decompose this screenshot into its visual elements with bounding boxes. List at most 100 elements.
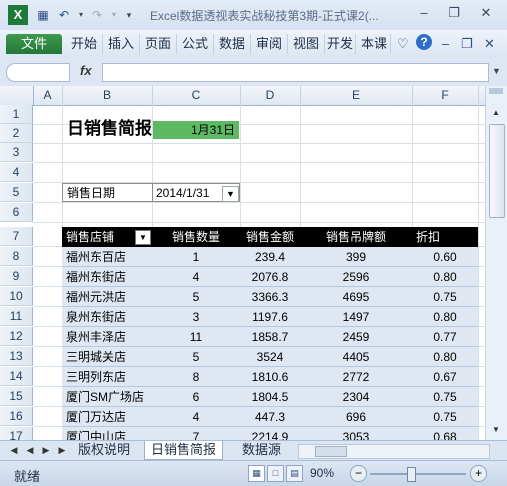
cell-store[interactable]: 三明城关店: [62, 347, 152, 367]
horizontal-scroll-thumb[interactable]: [315, 446, 347, 457]
row-header[interactable]: 10: [0, 287, 33, 306]
cell-discount[interactable]: 0.75: [412, 407, 478, 427]
row-header[interactable]: 6: [0, 203, 33, 222]
sheet-tab-daily-report[interactable]: 日销售简报: [144, 441, 224, 460]
cell-amount[interactable]: 2214.9: [240, 427, 300, 440]
tab-file[interactable]: 文件: [6, 34, 62, 54]
cell-discount[interactable]: 0.68: [412, 427, 478, 440]
filter-funnel-icon[interactable]: ▼: [222, 186, 239, 202]
cell-store[interactable]: 福州东百店: [62, 247, 152, 267]
minimize-button[interactable]: –: [413, 4, 435, 22]
customize-qat-icon[interactable]: ▾: [120, 6, 138, 24]
cell-quantity[interactable]: 4: [152, 407, 240, 427]
sheet-tab-data-source[interactable]: 数据源: [236, 441, 287, 459]
cell-discount[interactable]: 0.75: [412, 387, 478, 407]
horizontal-scrollbar[interactable]: [298, 444, 490, 459]
cell-store[interactable]: 泉州丰泽店: [62, 327, 152, 347]
cell-quantity[interactable]: 3: [152, 307, 240, 327]
cell-store[interactable]: 三明列东店: [62, 367, 152, 387]
zoom-level[interactable]: 90%: [310, 466, 334, 480]
row-header[interactable]: 11: [0, 307, 33, 326]
tab-course[interactable]: 本课: [358, 34, 391, 54]
row-header[interactable]: 5: [0, 183, 33, 202]
row-header[interactable]: 17: [0, 427, 33, 440]
cell-amount[interactable]: 1810.6: [240, 367, 300, 387]
cell-tag-amount[interactable]: 2596: [300, 267, 412, 287]
cell-discount[interactable]: 0.75: [412, 287, 478, 307]
column-header[interactable]: B: [62, 86, 153, 105]
column-header[interactable]: D: [240, 86, 301, 105]
workbook-restore-icon[interactable]: ❐: [461, 36, 473, 52]
formula-input[interactable]: [102, 63, 489, 82]
tab-home[interactable]: 开始: [66, 34, 103, 54]
row-header[interactable]: 4: [0, 163, 33, 182]
zoom-slider-thumb[interactable]: [407, 467, 416, 482]
cell-amount[interactable]: 3524: [240, 347, 300, 367]
tab-review[interactable]: 审阅: [251, 34, 288, 54]
tab-data[interactable]: 数据: [214, 34, 251, 54]
normal-view-icon[interactable]: ▦: [248, 465, 265, 482]
workbook-close-icon[interactable]: ✕: [484, 36, 495, 52]
row-header[interactable]: 13: [0, 347, 33, 366]
function-icon[interactable]: fx: [80, 63, 92, 78]
last-sheet-icon[interactable]: ▶: [56, 443, 68, 457]
cell-discount[interactable]: 0.60: [412, 247, 478, 267]
cell-amount[interactable]: 239.4: [240, 247, 300, 267]
cell-amount[interactable]: 1858.7: [240, 327, 300, 347]
column-header[interactable]: A: [33, 86, 63, 105]
column-header[interactable]: C: [152, 86, 241, 105]
cell-amount[interactable]: 1804.5: [240, 387, 300, 407]
tab-formulas[interactable]: 公式: [177, 34, 214, 54]
prev-sheet-icon[interactable]: ◀: [24, 443, 36, 457]
cell-tag-amount[interactable]: 4695: [300, 287, 412, 307]
cell-tag-amount[interactable]: 399: [300, 247, 412, 267]
name-box[interactable]: [6, 63, 70, 82]
cell-discount[interactable]: 0.80: [412, 347, 478, 367]
close-button[interactable]: ✕: [475, 4, 497, 22]
cell-discount[interactable]: 0.77: [412, 327, 478, 347]
zoom-out-icon[interactable]: −: [350, 465, 367, 482]
column-header[interactable]: E: [300, 86, 413, 105]
cell-quantity[interactable]: 5: [152, 287, 240, 307]
tab-view[interactable]: 视图: [288, 34, 325, 54]
cell-store[interactable]: 福州元洪店: [62, 287, 152, 307]
select-all-corner[interactable]: [0, 86, 34, 105]
row-header[interactable]: 15: [0, 387, 33, 406]
report-date[interactable]: 1月31日: [153, 121, 239, 139]
ribbon-collapse-icon[interactable]: ♡: [397, 36, 409, 52]
cell-amount[interactable]: 3366.3: [240, 287, 300, 307]
row-header[interactable]: 9: [0, 267, 33, 286]
cell-quantity[interactable]: 4: [152, 267, 240, 287]
cell-amount[interactable]: 447.3: [240, 407, 300, 427]
redo-icon[interactable]: ↷: [88, 6, 106, 24]
cell-quantity[interactable]: 11: [152, 327, 240, 347]
restore-button[interactable]: ❐: [443, 4, 465, 22]
cell-discount[interactable]: 0.80: [412, 307, 478, 327]
scroll-down-icon[interactable]: ▼: [489, 423, 503, 437]
cell-tag-amount[interactable]: 1497: [300, 307, 412, 327]
row-header[interactable]: 14: [0, 367, 33, 386]
row-header[interactable]: 12: [0, 327, 33, 346]
sheet-tab-copyright[interactable]: 版权说明: [72, 441, 136, 459]
cell-quantity[interactable]: 1: [152, 247, 240, 267]
cell-tag-amount[interactable]: 4405: [300, 347, 412, 367]
column-header[interactable]: F: [412, 86, 479, 105]
undo-icon[interactable]: ↶: [55, 6, 73, 24]
cell-tag-amount[interactable]: 2459: [300, 327, 412, 347]
cell-tag-amount[interactable]: 3053: [300, 427, 412, 440]
row-header[interactable]: 2: [0, 124, 33, 143]
zoom-slider[interactable]: [370, 473, 466, 475]
first-sheet-icon[interactable]: ◀: [8, 443, 20, 457]
cell-amount[interactable]: 2076.8: [240, 267, 300, 287]
cell-quantity[interactable]: 5: [152, 347, 240, 367]
tab-page-layout[interactable]: 页面: [140, 34, 177, 54]
cell-store[interactable]: 福州东街店: [62, 267, 152, 287]
tab-developer[interactable]: 开发: [325, 34, 356, 54]
scroll-up-icon[interactable]: ▲: [489, 106, 503, 120]
row-header[interactable]: 3: [0, 143, 33, 162]
cell-store[interactable]: 厦门中山店: [62, 427, 152, 440]
cell-quantity[interactable]: 6: [152, 387, 240, 407]
vertical-scroll-thumb[interactable]: [489, 124, 505, 218]
cell-tag-amount[interactable]: 2772: [300, 367, 412, 387]
cell-discount[interactable]: 0.67: [412, 367, 478, 387]
